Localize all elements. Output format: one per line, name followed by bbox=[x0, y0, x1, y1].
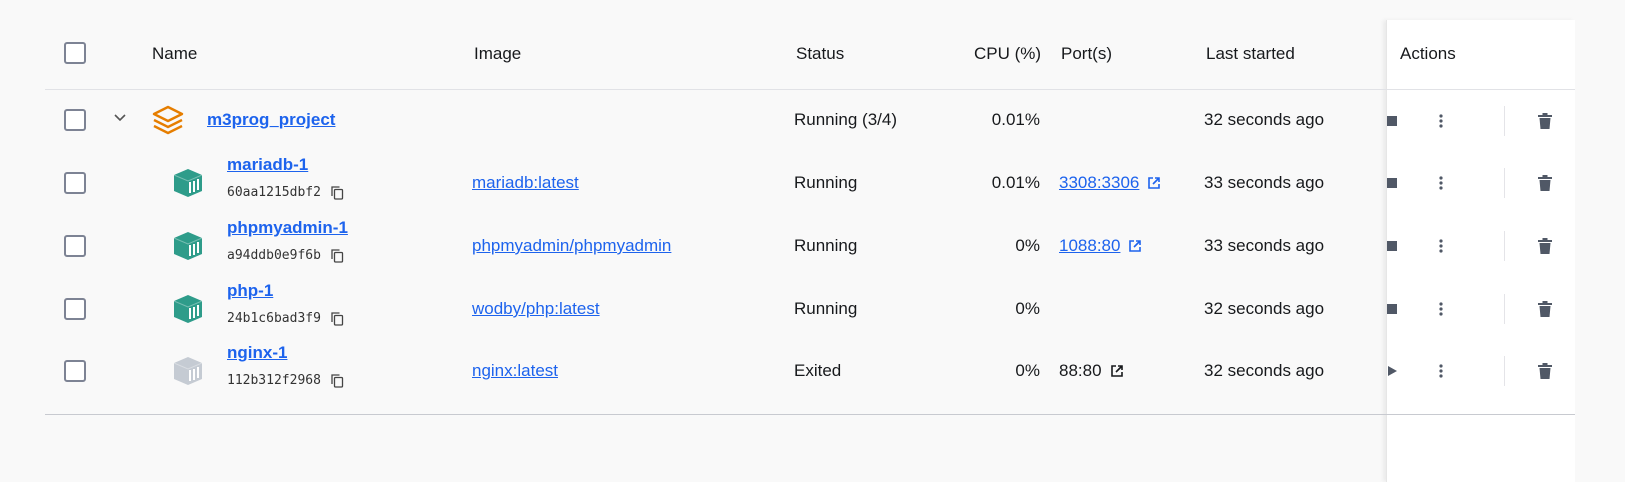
container-port[interactable]: 1088:80 bbox=[1059, 236, 1142, 256]
container-id: 24b1c6bad3f9 bbox=[227, 311, 345, 326]
play-icon[interactable] bbox=[1380, 359, 1404, 383]
actions-divider bbox=[1504, 356, 1505, 386]
actions-divider bbox=[1504, 168, 1505, 198]
container-status: Exited bbox=[794, 361, 842, 380]
more-options-icon[interactable] bbox=[1429, 297, 1453, 321]
container-name-link[interactable]: phpmyadmin-1 bbox=[227, 218, 348, 238]
container-last-started: 32 seconds ago bbox=[1204, 361, 1325, 380]
chevron-down-icon[interactable] bbox=[114, 110, 130, 126]
trash-icon[interactable] bbox=[1533, 234, 1557, 258]
container-id-text: a94ddb0e9f6b bbox=[227, 248, 321, 263]
header-status[interactable]: Status bbox=[796, 44, 844, 64]
container-id: 112b312f2968 bbox=[227, 373, 345, 388]
copy-icon[interactable] bbox=[331, 373, 345, 388]
stack-icon bbox=[152, 104, 186, 136]
external-link-icon[interactable] bbox=[1110, 364, 1124, 378]
actions-divider bbox=[1504, 231, 1505, 261]
select-all-checkbox[interactable] bbox=[64, 42, 86, 64]
container-name-link[interactable]: nginx-1 bbox=[227, 343, 287, 363]
container-checkbox[interactable] bbox=[64, 235, 86, 257]
container-image-link[interactable]: phpmyadmin/phpmyadmin bbox=[472, 236, 671, 256]
stop-icon[interactable] bbox=[1380, 171, 1404, 195]
header-cpu[interactable]: CPU (%) bbox=[974, 44, 1041, 64]
container-id-text: 112b312f2968 bbox=[227, 373, 321, 388]
container-checkbox[interactable] bbox=[64, 298, 86, 320]
container-cpu: 0% bbox=[1015, 361, 1040, 380]
container-row[interactable]: nginx-1 112b312f2968 nginx:latest Exited 0% 8… bbox=[45, 340, 1575, 403]
container-cpu: 0.01% bbox=[991, 173, 1040, 192]
external-link-icon[interactable] bbox=[1128, 239, 1142, 253]
header-actions: Actions bbox=[1400, 44, 1456, 63]
copy-icon[interactable] bbox=[331, 185, 345, 200]
project-checkbox[interactable] bbox=[64, 109, 86, 131]
table-bottom-divider bbox=[45, 414, 1575, 415]
container-status: Running bbox=[794, 173, 858, 192]
container-image-link[interactable]: mariadb:latest bbox=[472, 173, 579, 193]
container-icon bbox=[172, 294, 204, 324]
project-status: Running (3/4) bbox=[794, 110, 898, 129]
actions-divider bbox=[1504, 106, 1505, 136]
container-checkbox[interactable] bbox=[64, 172, 86, 194]
container-icon bbox=[172, 168, 204, 198]
more-options-icon[interactable] bbox=[1429, 359, 1453, 383]
container-checkbox[interactable] bbox=[64, 360, 86, 382]
header-ports[interactable]: Port(s) bbox=[1061, 44, 1112, 64]
container-row[interactable]: phpmyadmin-1 a94ddb0e9f6b phpmyadmin/phpmy… bbox=[45, 215, 1575, 278]
trash-icon[interactable] bbox=[1533, 109, 1557, 133]
header-image[interactable]: Image bbox=[474, 44, 521, 64]
header-name[interactable]: Name bbox=[152, 44, 197, 64]
container-id-text: 60aa1215dbf2 bbox=[227, 185, 321, 200]
project-row[interactable]: m3prog_project Running (3/4) 0.01% 32 se… bbox=[45, 90, 1575, 152]
trash-icon[interactable] bbox=[1533, 297, 1557, 321]
external-link-icon[interactable] bbox=[1147, 176, 1161, 190]
container-icon bbox=[172, 231, 204, 261]
container-name-link[interactable]: mariadb-1 bbox=[227, 155, 308, 175]
container-image-link[interactable]: wodby/php:latest bbox=[472, 299, 600, 319]
port-mapping[interactable]: 3308:3306 bbox=[1059, 173, 1139, 193]
project-name-link[interactable]: m3prog_project bbox=[207, 110, 335, 130]
port-mapping[interactable]: 1088:80 bbox=[1059, 236, 1120, 256]
copy-icon[interactable] bbox=[331, 248, 345, 263]
container-name-link[interactable]: php-1 bbox=[227, 281, 273, 301]
container-image-link[interactable]: nginx:latest bbox=[472, 361, 558, 381]
actions-divider bbox=[1504, 294, 1505, 324]
container-last-started: 33 seconds ago bbox=[1204, 173, 1325, 192]
container-icon bbox=[172, 356, 204, 386]
container-last-started: 32 seconds ago bbox=[1204, 299, 1325, 318]
container-row[interactable]: mariadb-1 60aa1215dbf2 mariadb:latest Runni… bbox=[45, 152, 1575, 215]
container-last-started: 33 seconds ago bbox=[1204, 236, 1325, 255]
stop-icon[interactable] bbox=[1380, 297, 1404, 321]
trash-icon[interactable] bbox=[1533, 171, 1557, 195]
project-cpu: 0.01% bbox=[991, 110, 1040, 129]
port-mapping: 88:80 bbox=[1059, 361, 1102, 380]
container-id-text: 24b1c6bad3f9 bbox=[227, 311, 321, 326]
container-port: 88:80 bbox=[1059, 361, 1124, 381]
table-header: Name Image Status CPU (%) Port(s) Last s… bbox=[45, 20, 1575, 90]
container-status: Running bbox=[794, 236, 858, 255]
more-options-icon[interactable] bbox=[1429, 171, 1453, 195]
project-last-started: 32 seconds ago bbox=[1204, 110, 1325, 129]
container-row[interactable]: php-1 24b1c6bad3f9 wodby/php:latest Running… bbox=[45, 278, 1575, 341]
header-last-started[interactable]: Last started bbox=[1206, 44, 1295, 64]
container-cpu: 0% bbox=[1015, 236, 1040, 255]
container-status: Running bbox=[794, 299, 858, 318]
trash-icon[interactable] bbox=[1533, 359, 1557, 383]
more-options-icon[interactable] bbox=[1429, 109, 1453, 133]
container-port[interactable]: 3308:3306 bbox=[1059, 173, 1161, 193]
copy-icon[interactable] bbox=[331, 311, 345, 326]
container-id: a94ddb0e9f6b bbox=[227, 248, 345, 263]
container-id: 60aa1215dbf2 bbox=[227, 185, 345, 200]
stop-icon[interactable] bbox=[1380, 109, 1404, 133]
more-options-icon[interactable] bbox=[1429, 234, 1453, 258]
stop-icon[interactable] bbox=[1380, 234, 1404, 258]
container-cpu: 0% bbox=[1015, 299, 1040, 318]
